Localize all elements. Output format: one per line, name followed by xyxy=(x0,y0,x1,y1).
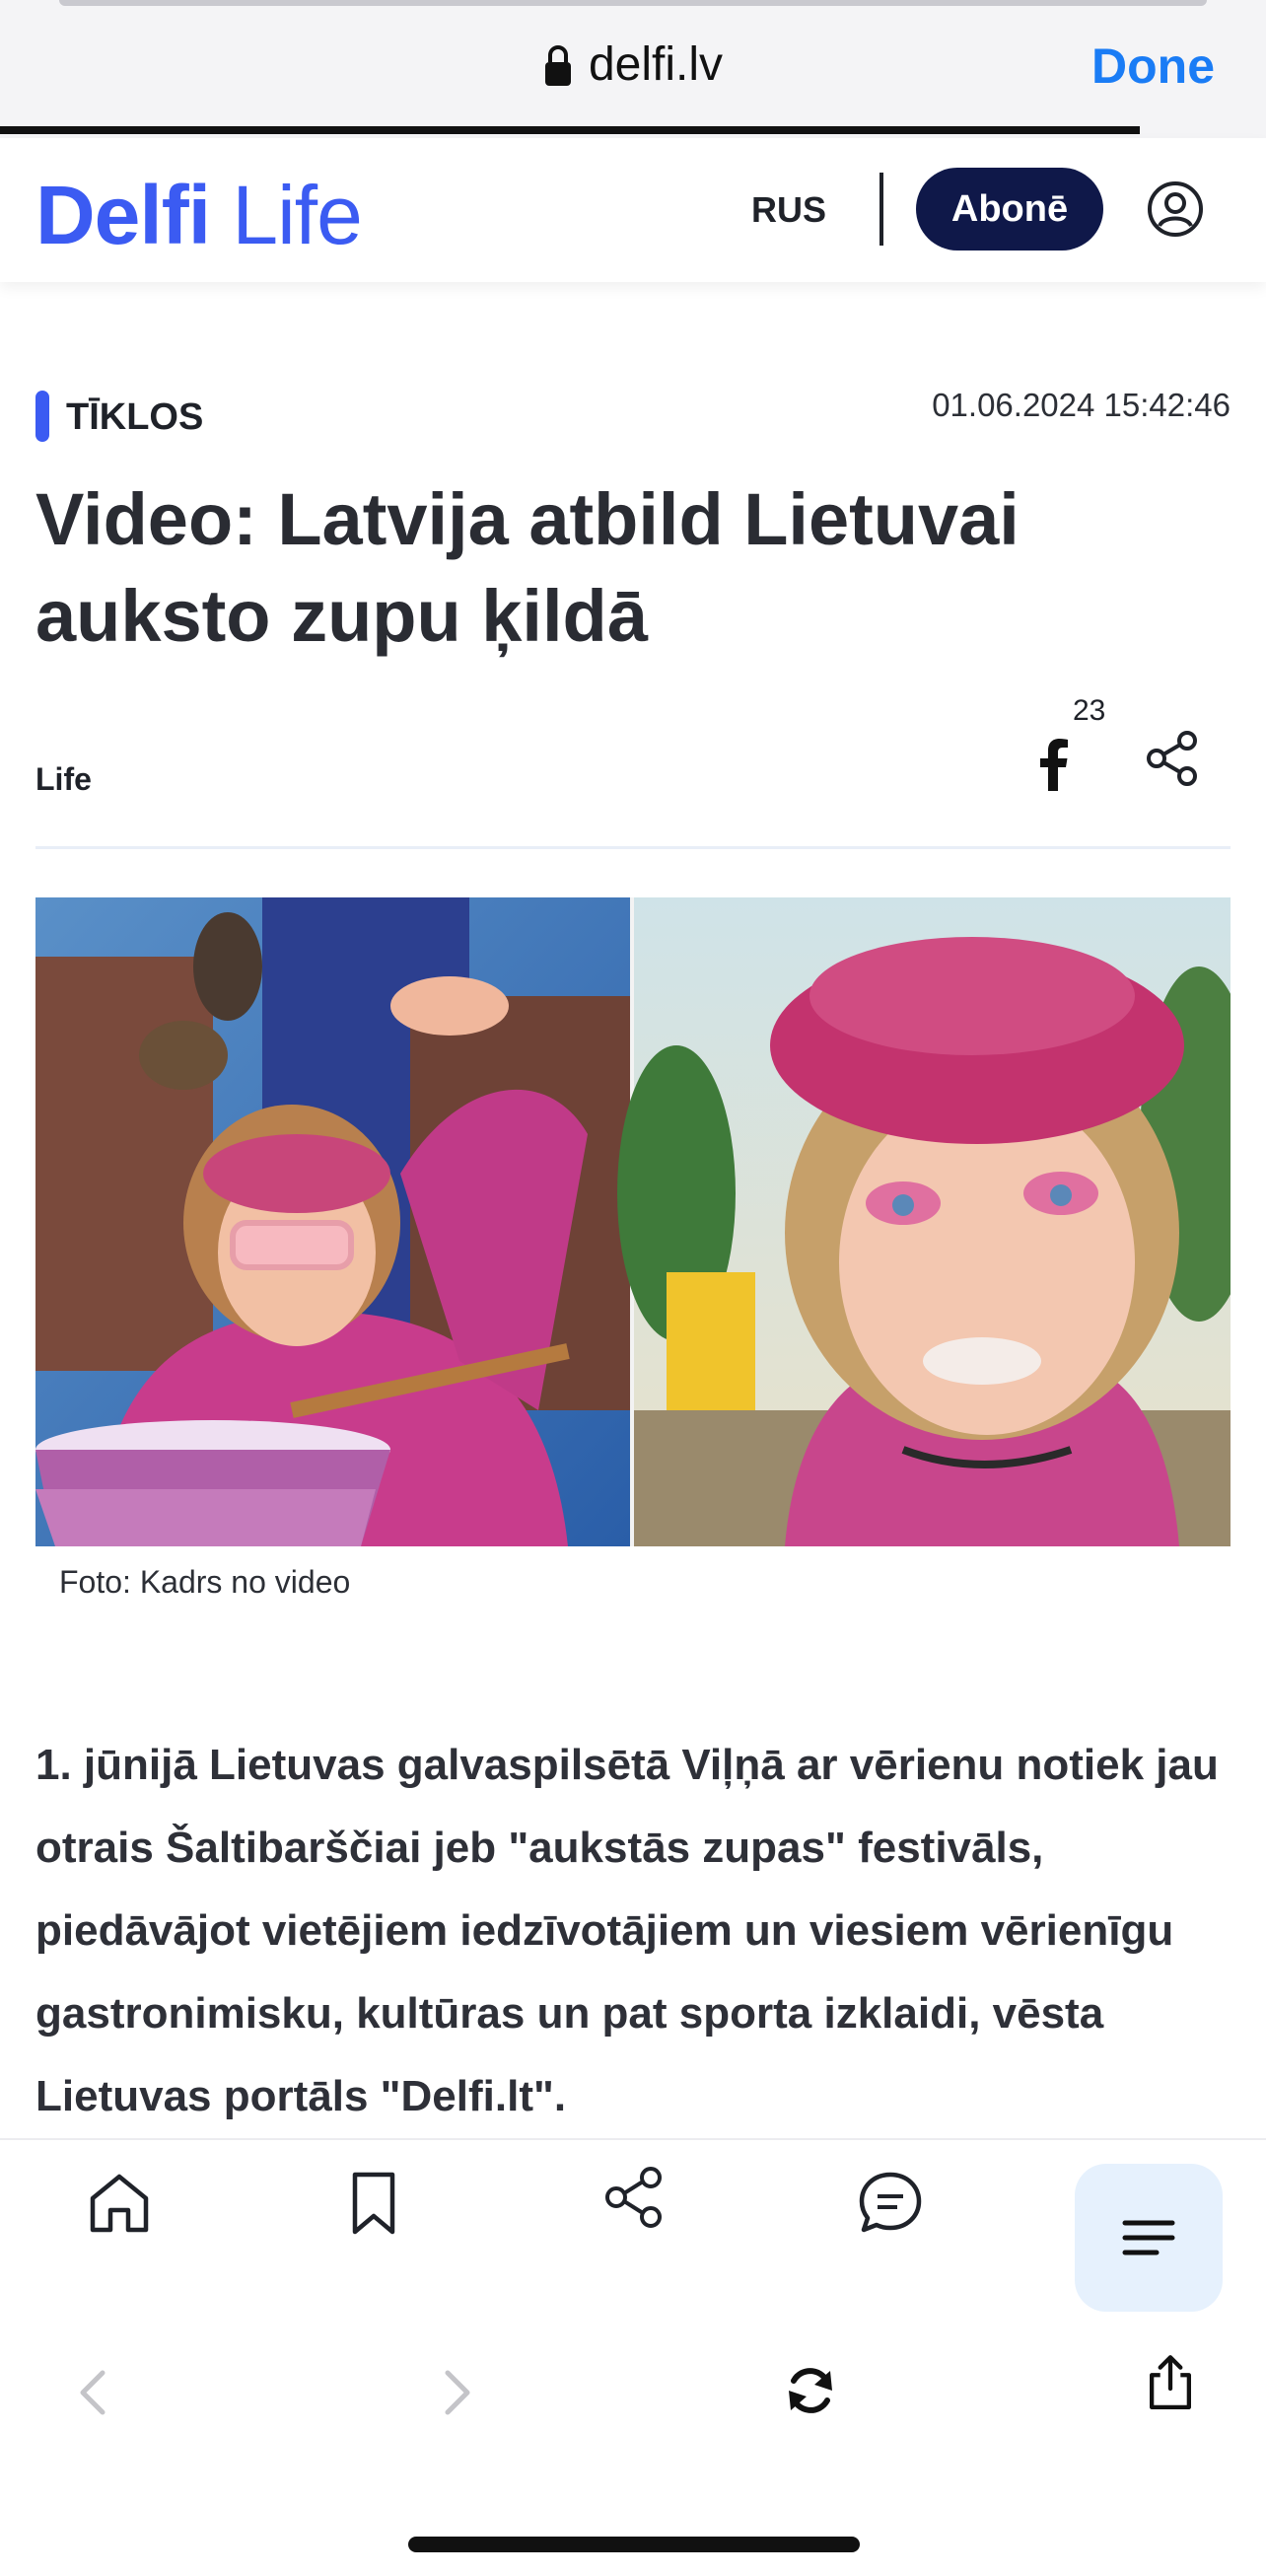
menu-icon xyxy=(1122,2220,1175,2255)
user-account-icon[interactable] xyxy=(1146,179,1205,239)
share-sheet-icon[interactable] xyxy=(1141,2353,1200,2412)
facebook-icon[interactable] xyxy=(1030,736,1078,791)
back-icon[interactable] xyxy=(65,2363,124,2422)
logo-section: Life xyxy=(232,169,362,261)
share-icon[interactable] xyxy=(1144,730,1201,787)
address-bar[interactable]: delfi.lv xyxy=(0,37,1266,92)
publish-datetime: 01.06.2024 15:42:46 xyxy=(932,387,1231,423)
logo-brand: Delfi xyxy=(35,169,211,261)
meta-divider xyxy=(35,846,1231,849)
article-lead-paragraph: 1. jūnijā Lietuvas galvaspilsētā Viļņā a… xyxy=(35,1741,1219,2120)
category-marker xyxy=(35,391,49,442)
page-load-progress xyxy=(0,126,1140,134)
url-text: delfi.lv xyxy=(588,38,724,91)
facebook-share-count: 23 xyxy=(1073,694,1106,727)
article-image[interactable] xyxy=(35,897,1231,1546)
image-caption: Foto: Kadrs no video xyxy=(59,1564,351,1600)
menu-button[interactable] xyxy=(1075,2164,1223,2312)
language-switch[interactable]: RUS xyxy=(751,189,826,231)
lock-icon xyxy=(544,44,571,86)
category-label[interactable]: TĪKLOS xyxy=(66,396,203,439)
comments-icon[interactable] xyxy=(856,2169,925,2238)
reload-icon[interactable] xyxy=(781,2361,840,2420)
browser-top-bar: delfi.lv Done xyxy=(0,0,1266,138)
header-divider xyxy=(879,173,883,246)
sheet-edge xyxy=(59,0,1207,6)
home-indicator xyxy=(408,2537,860,2552)
subscribe-button[interactable]: Abonē xyxy=(916,168,1103,250)
site-logo[interactable]: Delfi Life xyxy=(35,168,363,263)
done-button[interactable]: Done xyxy=(1091,37,1215,95)
bookmark-icon[interactable] xyxy=(339,2169,408,2238)
home-icon[interactable] xyxy=(85,2169,154,2238)
section-label[interactable]: Life xyxy=(35,761,92,798)
article-headline: Video: Latvija atbild Lietuvai auksto zu… xyxy=(35,478,1020,657)
share-icon[interactable] xyxy=(599,2163,668,2232)
forward-icon[interactable] xyxy=(426,2363,485,2422)
